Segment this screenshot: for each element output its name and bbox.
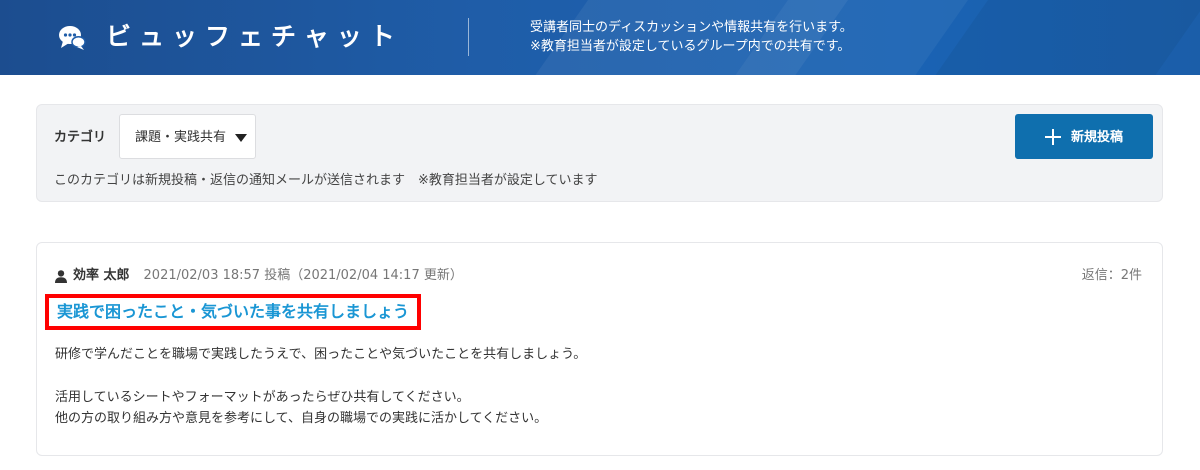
category-label: カテゴリ [54,130,107,145]
header-description: 受講者同士のディスカッションや情報共有を行います。 ※教育担当者が設定しているグ… [530,18,853,56]
category-select[interactable]: 課題・実践共有 [119,114,256,159]
new-post-button[interactable]: 新規投稿 [1015,114,1153,159]
post-timestamp: 2021/02/03 18:57 投稿（2021/02/04 14:17 更新） [143,268,463,283]
post-body-line: 活用しているシートやフォーマットがあったらぜひ共有してください。 [55,390,470,405]
category-selected-value: 課題・実践共有 [135,130,227,145]
post-title-link[interactable]: 実践で困ったこと・気づいた事を共有しましょう [45,294,422,330]
category-note: このカテゴリは新規投稿・返信の通知メールが送信されます ※教育担当者が設定してい… [54,173,598,188]
user-icon [55,269,67,283]
header-divider [468,18,469,56]
app-header: ビュッフェチャット 受講者同士のディスカッションや情報共有を行います。 ※教育担… [0,0,1200,75]
post-card: 効率 太郎 2021/02/03 18:57 投稿（2021/02/04 14:… [36,242,1163,456]
post-body-line: 研修で学んだことを職場で実践したうえで、困ったことや気づいたことを共有しましょう… [55,347,587,362]
post-author[interactable]: 効率 太郎 [73,267,130,285]
header-description-line: 受講者同士のディスカッションや情報共有を行います。 [530,20,853,35]
plus-icon [1044,128,1061,145]
category-panel: カテゴリ 課題・実践共有 このカテゴリは新規投稿・返信の通知メールが送信されます… [36,104,1163,202]
post-body-line: 他の方の取り組み方や意見を参考にして、自身の職場での実践に活かしてください。 [55,411,548,426]
reply-count[interactable]: 返信：2件 [1082,267,1142,285]
app-title: ビュッフェチャット [106,22,403,51]
header-description-line: ※教育担当者が設定しているグループ内での共有です。 [530,39,851,54]
caret-down-icon [235,134,247,142]
chat-bubbles-icon [59,26,86,50]
post-body: 研修で学んだことを職場で実践したうえで、困ったことや気づいたことを共有しましょう… [55,344,586,429]
new-post-button-label: 新規投稿 [1070,129,1123,144]
post-author-row: 効率 太郎 2021/02/03 18:57 投稿（2021/02/04 14:… [55,267,463,285]
